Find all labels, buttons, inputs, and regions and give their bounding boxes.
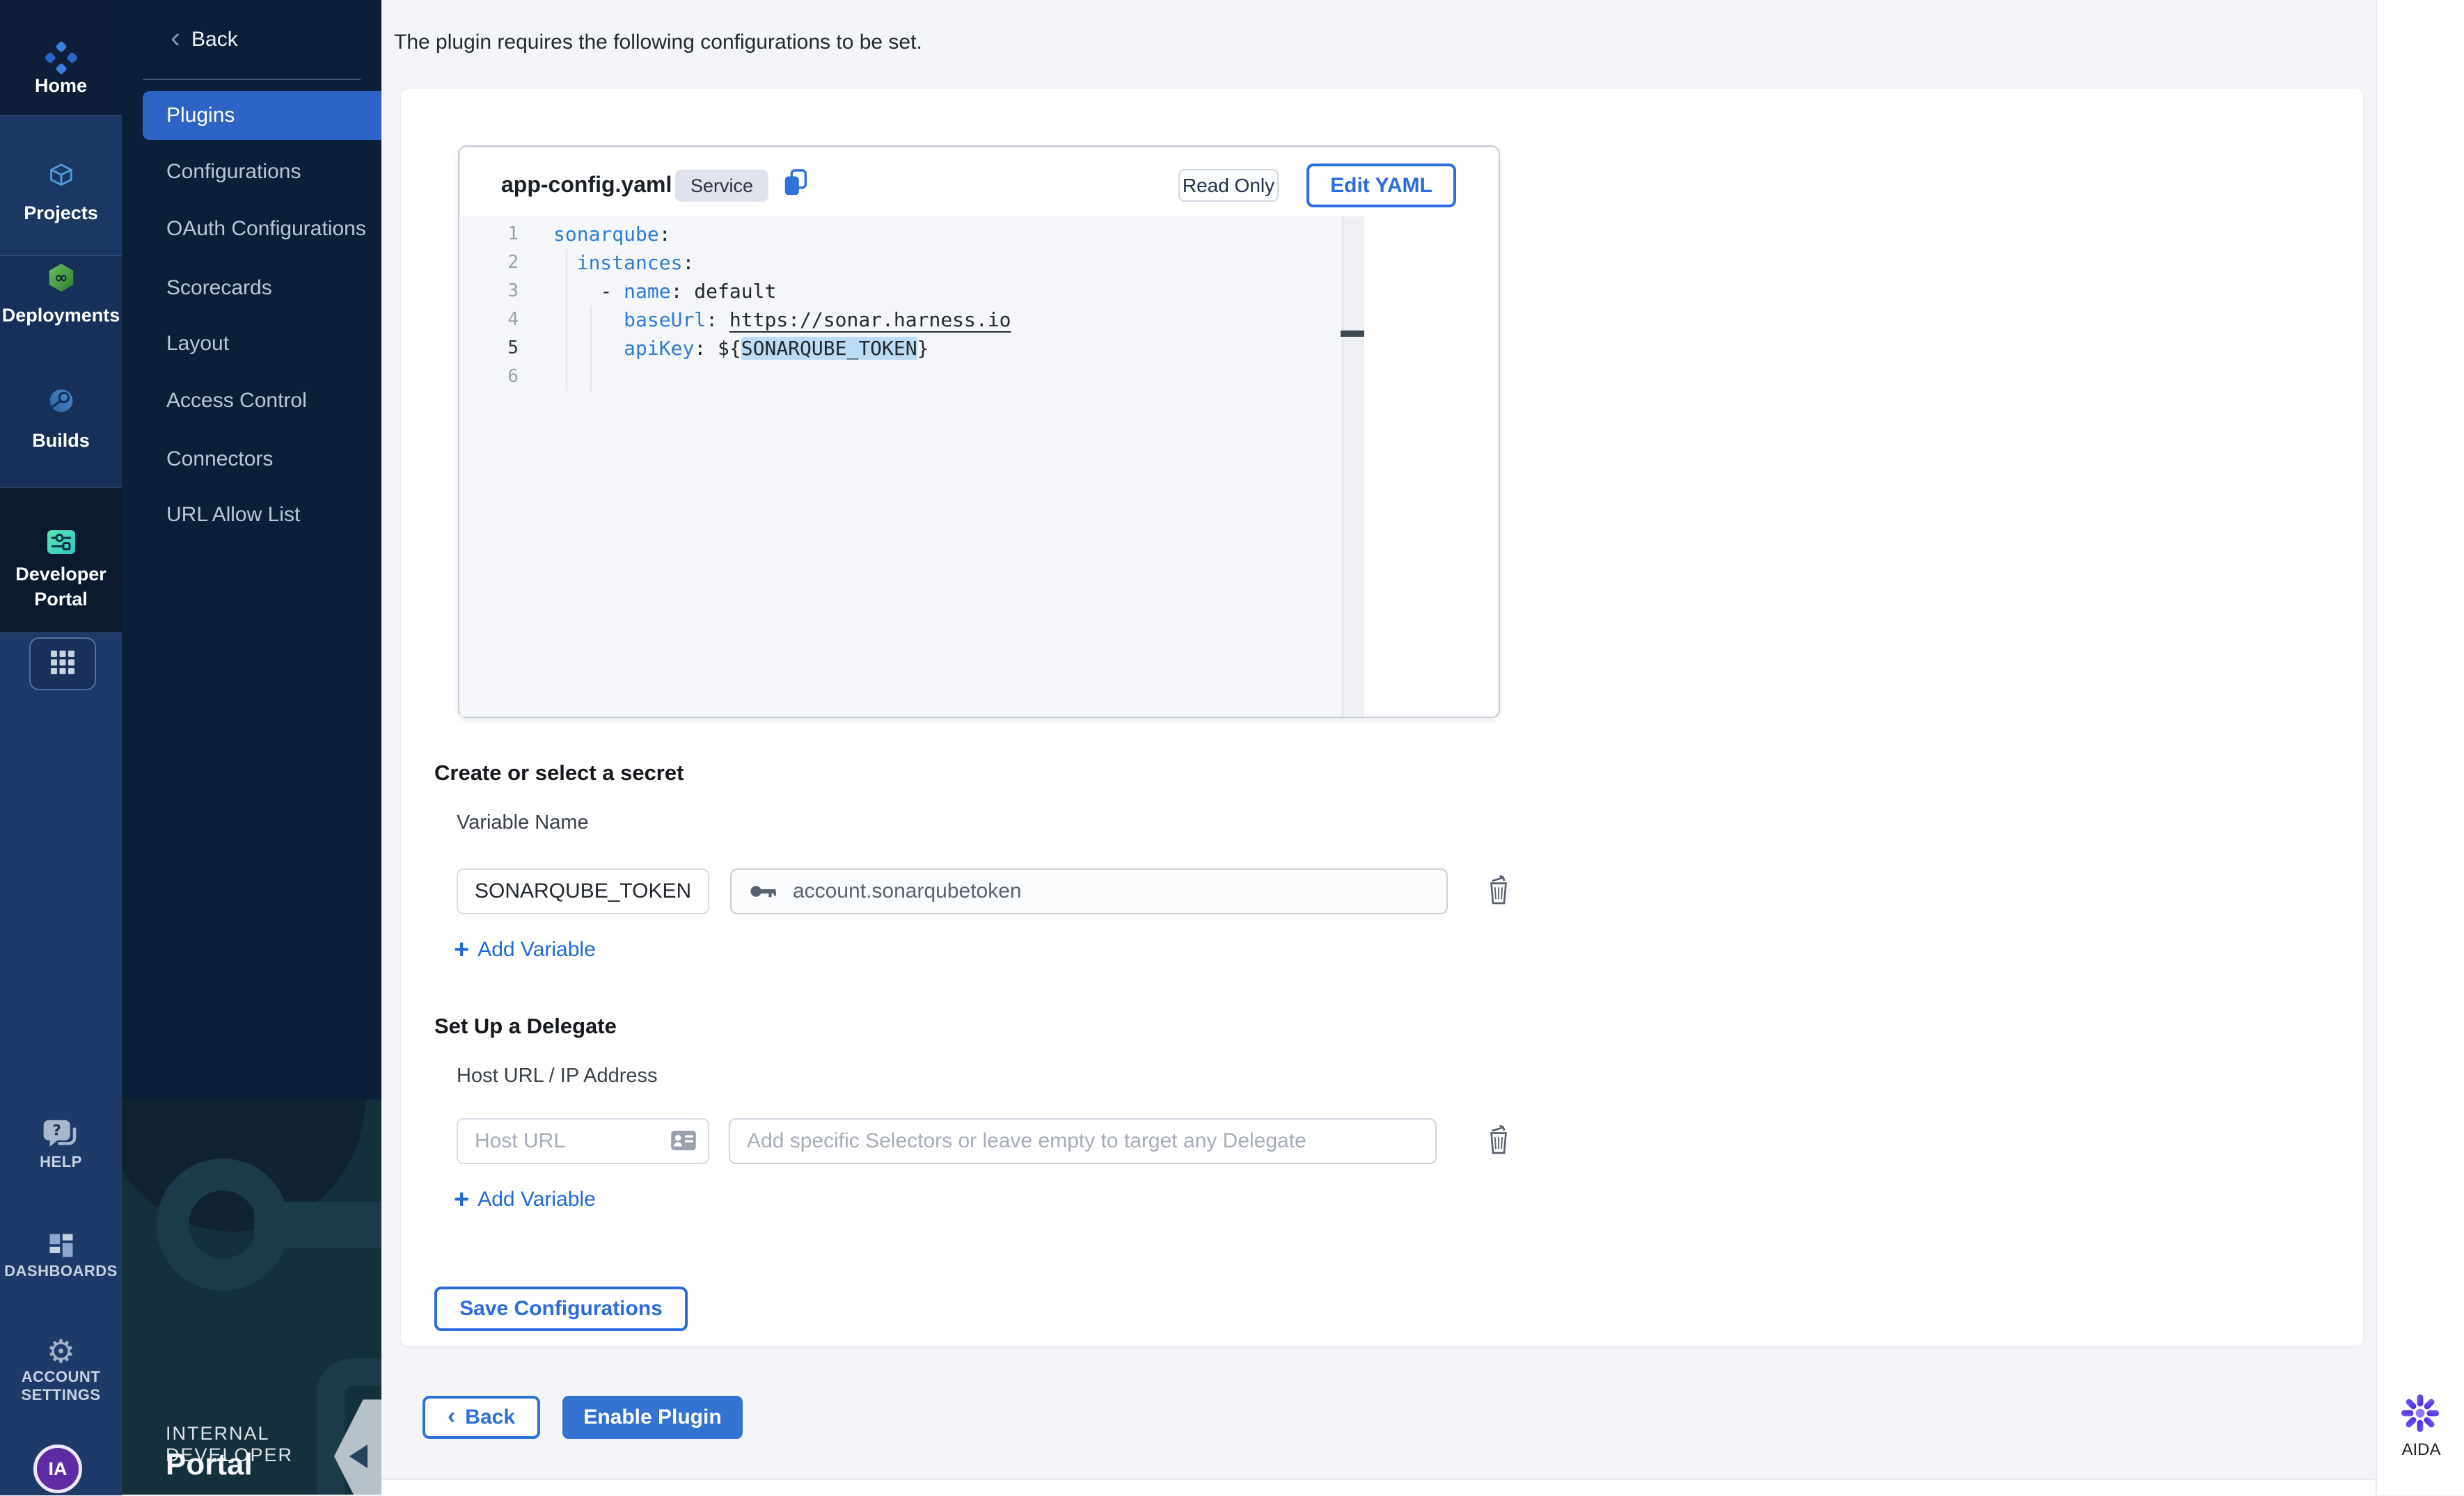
sidebar-item-url-allow-list[interactable]: URL Allow List	[122, 491, 381, 539]
trash-icon	[1485, 897, 1512, 909]
decor-pipe	[254, 1202, 381, 1248]
secret-reference-selector[interactable]: account.sonarqubetoken	[730, 868, 1448, 914]
key-icon	[750, 884, 779, 899]
brand-title: Portal	[166, 1447, 253, 1482]
delete-variable-button[interactable]	[1485, 874, 1513, 906]
rail-item-label: ACCOUNT	[0, 1368, 122, 1386]
rail-module-label: Developer	[0, 562, 122, 587]
rail-item-label: SETTINGS	[0, 1386, 122, 1404]
sidebar-back-button[interactable]: ‹ Back	[171, 21, 238, 58]
yaml-filename: app-config.yaml	[501, 172, 672, 198]
rail-module-label: Builds	[0, 428, 122, 453]
projects-cube-icon	[0, 161, 122, 197]
harness-home-icon	[0, 42, 122, 77]
copy-icon	[781, 189, 810, 201]
sidebar-item-scorecards[interactable]: Scorecards	[122, 264, 381, 312]
secret-section-heading: Create or select a secret	[434, 761, 684, 786]
sidebar-brand-panel: INTERNAL DEVELOPER Portal	[122, 1099, 381, 1495]
sidebar-item-access-control[interactable]: Access Control	[122, 376, 381, 425]
plus-icon: +	[454, 1188, 469, 1211]
delegate-selectors-input[interactable]	[729, 1118, 1437, 1164]
read-only-badge-button[interactable]: Read Only	[1178, 169, 1279, 202]
code-line-1: 1sonarqube:	[460, 220, 1364, 248]
rail-module-label: Home	[0, 73, 122, 98]
host-url-input[interactable]	[457, 1118, 709, 1164]
line-number: 2	[460, 248, 519, 277]
line-number: 3	[460, 277, 519, 305]
deployments-hexagon-icon: ∞	[0, 262, 122, 298]
aida-label: AIDA	[2377, 1440, 2464, 1460]
variable-name-input[interactable]	[457, 868, 709, 914]
right-utility-column: AIDA	[2376, 0, 2464, 1495]
aida-flower-icon	[2399, 1426, 2442, 1438]
service-chip: Service	[675, 170, 768, 202]
sidebar-divider	[143, 79, 361, 80]
line-number: 6	[460, 363, 519, 391]
sidebar-item-oauth-configurations[interactable]: OAuth Configurations	[122, 205, 381, 253]
delete-delegate-row-button[interactable]	[1485, 1124, 1513, 1156]
editor-scrollbar[interactable]	[1342, 216, 1364, 717]
rail-item-label: DASHBOARDS	[0, 1262, 122, 1280]
developer-portal-icon	[0, 525, 122, 562]
trash-icon	[1485, 1147, 1512, 1159]
add-variable-button-secret[interactable]: + Add Variable	[454, 938, 596, 962]
chevron-left-icon: ‹	[448, 1403, 455, 1430]
main-content: The plugin requires the following config…	[381, 0, 2375, 1495]
code-line-4: 4 baseUrl: https://sonar.harness.io	[460, 305, 1364, 334]
apps-grid-button[interactable]	[29, 637, 96, 690]
gear-icon: ⚙	[0, 1335, 122, 1368]
rail-module-label: Projects	[0, 200, 122, 225]
svg-text:∞: ∞	[54, 269, 68, 287]
yaml-code-editor[interactable]: 1sonarqube:2 instances:3 - name: default…	[460, 216, 1364, 717]
copy-yaml-button[interactable]	[781, 168, 812, 201]
variable-name-label: Variable Name	[457, 811, 589, 834]
save-configurations-button[interactable]: Save Configurations	[434, 1287, 688, 1331]
editor-scroll-marker	[1341, 331, 1364, 337]
code-line-3: 3 - name: default	[460, 277, 1364, 305]
sidebar-back-label: Back	[191, 28, 238, 51]
rail-module-label: Portal	[0, 587, 122, 612]
secret-reference-value: account.sonarqubetoken	[793, 880, 1022, 903]
help-chat-icon: ?	[0, 1119, 122, 1156]
sidebar-item-plugins[interactable]: Plugins	[143, 91, 381, 140]
chevron-left-icon: ‹	[171, 23, 180, 52]
plugin-config-description: The plugin requires the following config…	[394, 31, 922, 54]
rail-module-label: Deployments	[0, 303, 122, 328]
add-variable-button-delegate[interactable]: + Add Variable	[454, 1188, 596, 1211]
back-button[interactable]: ‹ Back	[422, 1396, 540, 1439]
code-line-6: 6	[460, 363, 1364, 391]
enable-plugin-button[interactable]: Enable Plugin	[562, 1396, 743, 1439]
line-number: 5	[460, 334, 519, 363]
edit-yaml-button[interactable]: Edit YAML	[1306, 164, 1456, 207]
delegate-section-heading: Set Up a Delegate	[434, 1014, 617, 1039]
code-line-2: 2 instances:	[460, 248, 1364, 277]
user-avatar[interactable]: IA	[33, 1445, 82, 1493]
builds-circle-icon	[0, 385, 122, 420]
line-number: 4	[460, 305, 519, 334]
svg-text:?: ?	[52, 1122, 61, 1140]
module-rail: Home Projects ∞ Deployments Builds DeveloperP…	[0, 0, 122, 1495]
rail-item-label: HELP	[0, 1153, 122, 1171]
code-line-5: 5 apiKey: ${SONARQUBE_TOKEN}	[460, 334, 1364, 363]
sidebar-item-connectors[interactable]: Connectors	[122, 435, 381, 484]
sidebar-item-layout[interactable]: Layout	[122, 319, 381, 368]
footer-strip	[381, 1479, 2375, 1496]
host-url-label: Host URL / IP Address	[457, 1065, 658, 1088]
dashboards-icon	[0, 1230, 122, 1264]
yaml-editor-panel: app-config.yaml Service Read Only Edit Y…	[458, 145, 1500, 718]
aida-assistant-button[interactable]	[2399, 1392, 2443, 1436]
grid-icon	[49, 648, 77, 680]
plus-icon: +	[454, 938, 469, 962]
sidebar-item-configurations[interactable]: Configurations	[122, 148, 381, 196]
developer-portal-sidebar: ‹ Back Plugins Configurations OAuth Config…	[122, 0, 381, 1495]
line-number: 1	[460, 220, 519, 248]
